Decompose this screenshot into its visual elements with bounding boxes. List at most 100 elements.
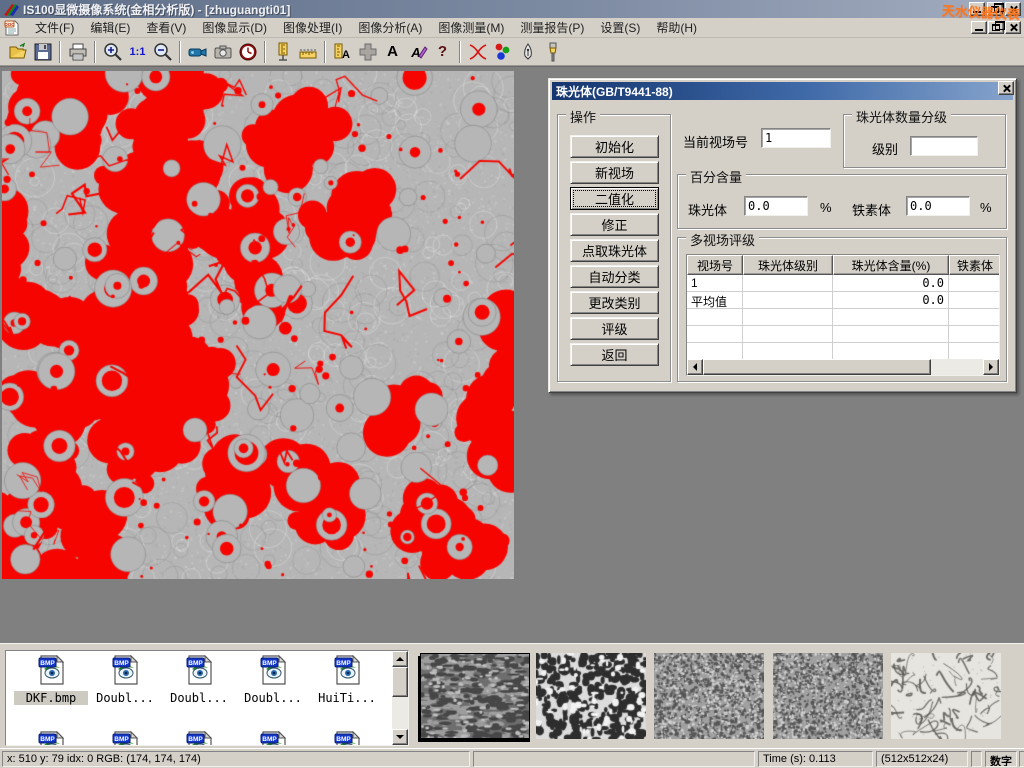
table-row[interactable]: 1 0.0 bbox=[687, 275, 999, 292]
table-horizontal-scrollbar[interactable] bbox=[687, 359, 999, 375]
table-row[interactable]: 平均值 0.0 bbox=[687, 292, 999, 309]
grade-button[interactable]: 评级 bbox=[570, 317, 659, 340]
table-row-empty bbox=[687, 343, 999, 360]
scroll-right-button[interactable] bbox=[983, 359, 999, 375]
file-item[interactable]: DKF.bmp bbox=[14, 655, 88, 705]
timer-button[interactable] bbox=[235, 40, 260, 64]
menu-image-processing[interactable]: 图像处理(I) bbox=[275, 17, 350, 38]
mdi-close-button[interactable] bbox=[1005, 21, 1021, 34]
menu-settings[interactable]: 设置(S) bbox=[592, 17, 648, 38]
caliper-button[interactable] bbox=[270, 40, 295, 64]
pearlite-input[interactable]: 0.0 bbox=[744, 196, 808, 216]
change-class-button[interactable]: 更改类别 bbox=[570, 291, 659, 314]
metallograph-image[interactable] bbox=[2, 71, 514, 579]
multifield-table[interactable]: 视场号 珠光体级别 珠光体含量(%) 铁素体 1 0.0 平均值 bbox=[686, 254, 1000, 376]
actual-size-button[interactable]: 1:1 bbox=[125, 40, 150, 64]
scroll-left-button[interactable] bbox=[687, 359, 703, 375]
current-field-input[interactable]: 1 bbox=[761, 128, 831, 148]
measure-text-button[interactable]: A bbox=[330, 40, 355, 64]
pick-pearlite-button[interactable]: 点取珠光体 bbox=[570, 239, 659, 262]
thumbnail-5[interactable] bbox=[891, 653, 1001, 739]
menu-file[interactable]: 文件(F) bbox=[27, 17, 82, 38]
curve-tool-button[interactable] bbox=[465, 40, 490, 64]
menu-edit[interactable]: 编辑(E) bbox=[82, 17, 138, 38]
pen-tool-button[interactable] bbox=[515, 40, 540, 64]
status-panel-empty bbox=[1019, 751, 1024, 767]
scroll-down-button[interactable] bbox=[392, 729, 408, 745]
ruler-button[interactable] bbox=[295, 40, 320, 64]
video-camera-icon bbox=[188, 42, 208, 62]
thumbnail-4[interactable] bbox=[773, 653, 883, 739]
mdi-minimize-button[interactable] bbox=[971, 21, 987, 34]
file-name: DKF.bmp bbox=[14, 691, 88, 705]
file-item[interactable]: Doubl... bbox=[162, 655, 236, 705]
particle-classify-button[interactable] bbox=[490, 40, 515, 64]
header-ferrite[interactable]: 铁素体 bbox=[949, 255, 1000, 275]
file-item[interactable] bbox=[14, 731, 88, 746]
cell-field-no: 平均值 bbox=[687, 292, 743, 308]
scrollbar-thumb[interactable] bbox=[392, 667, 408, 697]
menu-image-measure[interactable]: 图像测量(M) bbox=[430, 17, 512, 38]
menu-image-analysis[interactable]: 图像分析(A) bbox=[350, 17, 430, 38]
return-button[interactable]: 返回 bbox=[570, 343, 659, 366]
new-field-button[interactable]: 新视场 bbox=[570, 161, 659, 184]
menu-measure-report[interactable]: 测量报告(P) bbox=[512, 17, 592, 38]
file-item[interactable]: HuiTi... bbox=[310, 655, 384, 705]
file-item[interactable]: Doubl... bbox=[236, 655, 310, 705]
header-field-no[interactable]: 视场号 bbox=[687, 255, 743, 275]
bmp-file-icon bbox=[334, 655, 361, 685]
file-item[interactable] bbox=[88, 731, 162, 746]
correct-button[interactable]: 修正 bbox=[570, 213, 659, 236]
file-name: Doubl... bbox=[88, 691, 162, 705]
zoom-out-button[interactable] bbox=[150, 40, 175, 64]
file-item[interactable] bbox=[162, 731, 236, 746]
thumbnail-1[interactable] bbox=[420, 653, 530, 739]
document-system-icon[interactable]: DOC bbox=[4, 20, 20, 36]
menu-image-display[interactable]: 图像显示(D) bbox=[194, 17, 275, 38]
cursor-status: x: 510 y: 79 idx: 0 RGB: (174, 174, 174) bbox=[2, 751, 470, 767]
level-label: 级别 bbox=[872, 139, 898, 158]
help-button[interactable]: ? bbox=[430, 40, 455, 64]
menu-view[interactable]: 查看(V) bbox=[138, 17, 194, 38]
dialog-title-bar[interactable]: 珠光体(GB/T9441-88) bbox=[552, 82, 1013, 100]
one-to-one-icon: 1:1 bbox=[130, 46, 146, 58]
dialog-close-button[interactable] bbox=[998, 81, 1014, 95]
file-item[interactable] bbox=[310, 731, 384, 746]
ferrite-input[interactable]: 0.0 bbox=[906, 196, 970, 216]
print-button[interactable] bbox=[65, 40, 90, 64]
scroll-up-button[interactable] bbox=[392, 651, 408, 667]
close-button[interactable] bbox=[1005, 2, 1021, 16]
edit-text-button[interactable]: A bbox=[405, 40, 430, 64]
thumbnail-3[interactable] bbox=[654, 653, 764, 739]
merge-button[interactable] bbox=[355, 40, 380, 64]
menu-help[interactable]: 帮助(H) bbox=[648, 17, 705, 38]
binarize-button[interactable]: 二值化 bbox=[570, 187, 659, 210]
table-row-empty bbox=[687, 309, 999, 326]
toolbar-separator bbox=[59, 41, 61, 63]
thumbnail-2[interactable] bbox=[536, 653, 646, 739]
open-button[interactable] bbox=[5, 40, 30, 64]
restore-button[interactable] bbox=[987, 2, 1003, 16]
level-input[interactable] bbox=[910, 136, 978, 156]
header-pearlite-level[interactable]: 珠光体级别 bbox=[743, 255, 833, 275]
file-list-scrollbar[interactable] bbox=[392, 651, 408, 745]
zoom-in-button[interactable] bbox=[100, 40, 125, 64]
save-button[interactable] bbox=[30, 40, 55, 64]
minimize-button[interactable] bbox=[969, 2, 985, 16]
file-item[interactable] bbox=[236, 731, 310, 746]
initialize-button[interactable]: 初始化 bbox=[570, 135, 659, 158]
horizontal-ruler-icon bbox=[298, 42, 318, 62]
mdi-restore-button[interactable] bbox=[988, 21, 1004, 34]
scrollbar-thumb[interactable] bbox=[703, 359, 931, 375]
brush-tool-button[interactable] bbox=[540, 40, 565, 64]
arrow-up-icon bbox=[396, 653, 404, 661]
app-logo-icon bbox=[3, 2, 19, 17]
table-header-row: 视场号 珠光体级别 珠光体含量(%) 铁素体 bbox=[687, 255, 999, 275]
camera-capture-button[interactable] bbox=[210, 40, 235, 64]
file-item[interactable]: Doubl... bbox=[88, 655, 162, 705]
toolbar-separator bbox=[94, 41, 96, 63]
text-annotation-button[interactable]: A bbox=[380, 40, 405, 64]
auto-classify-button[interactable]: 自动分类 bbox=[570, 265, 659, 288]
video-capture-button[interactable] bbox=[185, 40, 210, 64]
header-pearlite-content[interactable]: 珠光体含量(%) bbox=[833, 255, 949, 275]
